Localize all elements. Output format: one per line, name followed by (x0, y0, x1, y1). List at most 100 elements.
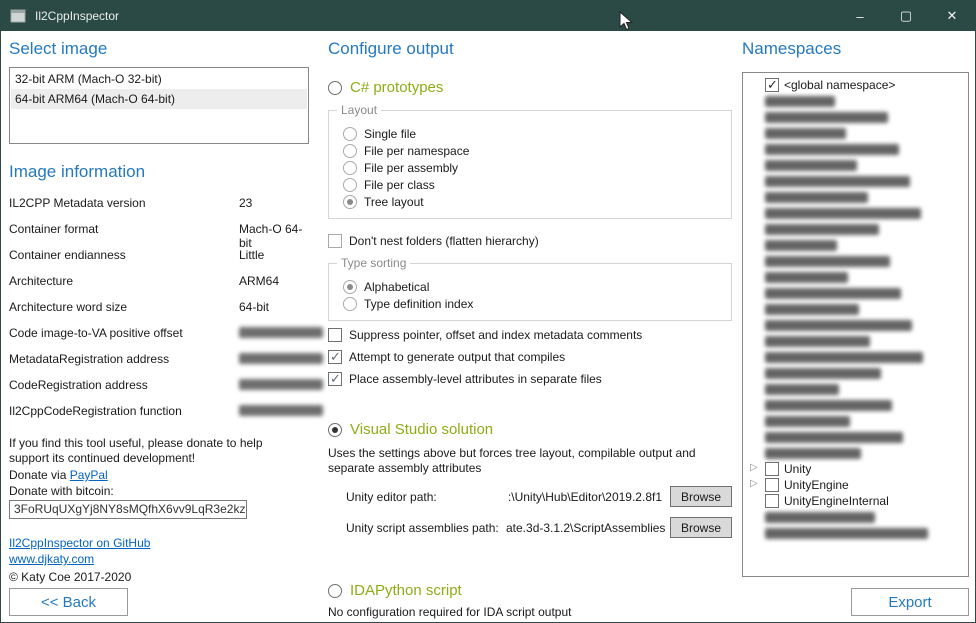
namespace-row-redacted[interactable] (747, 109, 966, 125)
namespace-row-redacted[interactable] (747, 525, 966, 541)
info-row: Il2CppCodeRegistration function (9, 404, 309, 430)
info-row: Container endiannessLittle (9, 248, 309, 274)
unity-script-assemblies-value[interactable]: ate.3d-3.1.2\ScriptAssemblies (506, 521, 670, 535)
configure-output-panel: Configure output C# prototypes Layout Si… (328, 39, 732, 616)
bitcoin-address-field[interactable]: 3FoRUqUXgYj8NY8sMQfhX6vv9LqR3e2kzz (9, 500, 247, 519)
github-link[interactable]: Il2CppInspector on GitHub (9, 536, 150, 550)
redacted-text (765, 240, 837, 251)
namespace-row-redacted[interactable] (747, 221, 966, 237)
image-listbox[interactable]: 32-bit ARM (Mach-O 32-bit) 64-bit ARM64 … (9, 67, 309, 144)
checkbox-icon[interactable] (765, 78, 779, 92)
namespace-row-redacted[interactable] (747, 93, 966, 109)
radio-tree-layout[interactable]: Tree layout (343, 193, 721, 210)
website-link[interactable]: www.djkaty.com (9, 552, 94, 566)
namespace-redacted-bottom (747, 509, 966, 541)
namespace-row-redacted[interactable] (747, 413, 966, 429)
checkbox-icon (328, 350, 342, 364)
redacted-text (765, 336, 870, 347)
unity-editor-path-value[interactable]: :\Unity\Hub\Editor\2019.2.8f1 (506, 490, 670, 504)
namespace-tree[interactable]: <global namespace> ▷ Unity ▷ UnityEngine… (742, 72, 969, 577)
info-row: Container formatMach-O 64-bit (9, 222, 309, 248)
redacted-text (765, 512, 875, 523)
checkbox-generate-compilable-output[interactable]: Attempt to generate output that compiles (328, 348, 732, 365)
namespace-row-redacted[interactable] (747, 333, 966, 349)
paypal-link[interactable]: PayPal (70, 468, 108, 482)
checkbox-icon[interactable] (765, 462, 779, 476)
browse-script-assemblies-button[interactable]: Browse (670, 517, 732, 538)
namespace-row-redacted[interactable] (747, 397, 966, 413)
redacted-text (765, 400, 892, 411)
radio-visual-studio-solution[interactable]: Visual Studio solution (328, 421, 732, 438)
radio-icon (343, 161, 357, 175)
browse-editor-path-button[interactable]: Browse (670, 486, 732, 507)
radio-file-per-namespace[interactable]: File per namespace (343, 142, 721, 159)
radio-icon (328, 584, 342, 598)
export-button[interactable]: Export (851, 588, 969, 616)
close-button[interactable]: ✕ (929, 1, 975, 31)
radio-icon (328, 81, 342, 95)
namespace-row-redacted[interactable] (747, 301, 966, 317)
namespace-redacted-top (747, 93, 966, 461)
unity-editor-path-label: Unity editor path: (346, 490, 506, 504)
namespace-row-unityengine[interactable]: ▷ UnityEngine (747, 477, 966, 493)
namespace-row-global[interactable]: <global namespace> (747, 77, 966, 93)
redacted-text (765, 352, 923, 363)
donate-via-prefix: Donate via (9, 468, 70, 482)
namespace-row-redacted[interactable] (747, 381, 966, 397)
redacted-value (239, 327, 323, 338)
namespace-row-redacted[interactable] (747, 349, 966, 365)
minimize-button[interactable]: – (837, 1, 883, 31)
list-item-image-64bit[interactable]: 64-bit ARM64 (Mach-O 64-bit) (11, 89, 307, 109)
app-window: Il2CppInspector – ▢ ✕ Select image 32-bi… (0, 0, 976, 623)
namespace-row-redacted[interactable] (747, 269, 966, 285)
ida-description: No configuration required for IDA script… (328, 605, 732, 619)
select-image-heading: Select image (9, 39, 309, 59)
namespace-row-redacted[interactable] (747, 253, 966, 269)
namespace-row-redacted[interactable] (747, 237, 966, 253)
radio-label: Type definition index (364, 297, 473, 311)
namespace-row-redacted[interactable] (747, 317, 966, 333)
redacted-text (765, 320, 912, 331)
namespace-row-redacted[interactable] (747, 445, 966, 461)
info-value: Little (239, 248, 309, 262)
radio-file-per-class[interactable]: File per class (343, 176, 721, 193)
radio-alphabetical[interactable]: Alphabetical (343, 278, 721, 295)
namespace-row-unityengineinternal[interactable]: UnityEngineInternal (747, 493, 966, 509)
maximize-button[interactable]: ▢ (883, 1, 929, 31)
redacted-text (765, 192, 868, 203)
redacted-text (765, 96, 835, 107)
redacted-text (765, 432, 903, 443)
checkbox-suppress-metadata-comments[interactable]: Suppress pointer, offset and index metad… (328, 326, 732, 343)
radio-type-definition-index[interactable]: Type definition index (343, 295, 721, 312)
checkbox-flatten-hierarchy[interactable]: Don't nest folders (flatten hierarchy) (328, 232, 732, 249)
back-button[interactable]: << Back (9, 588, 128, 616)
namespace-row-redacted[interactable] (747, 509, 966, 525)
namespace-row-unity[interactable]: ▷ Unity (747, 461, 966, 477)
bitcoin-label: Donate with bitcoin: (9, 484, 309, 498)
namespace-row-redacted[interactable] (747, 141, 966, 157)
radio-csharp-prototypes[interactable]: C# prototypes (328, 79, 732, 96)
namespace-row-redacted[interactable] (747, 125, 966, 141)
namespace-row-redacted[interactable] (747, 205, 966, 221)
checkbox-icon[interactable] (765, 494, 779, 508)
namespace-row-redacted[interactable] (747, 285, 966, 301)
radio-single-file[interactable]: Single file (343, 125, 721, 142)
radio-idapython-script[interactable]: IDAPython script (328, 582, 732, 599)
radio-file-per-assembly[interactable]: File per assembly (343, 159, 721, 176)
namespace-label: <global namespace> (784, 78, 895, 92)
expander-icon[interactable]: ▷ (750, 462, 758, 473)
namespace-row-redacted[interactable] (747, 365, 966, 381)
namespace-row-redacted[interactable] (747, 157, 966, 173)
checkbox-icon (328, 372, 342, 386)
redacted-text (765, 160, 857, 171)
info-row: CodeRegistration address (9, 378, 309, 404)
expander-icon[interactable]: ▷ (750, 478, 758, 489)
checkbox-icon[interactable] (765, 478, 779, 492)
info-key: CodeRegistration address (9, 378, 239, 392)
layout-group: Layout Single file File per namespace Fi… (328, 110, 732, 219)
namespace-row-redacted[interactable] (747, 173, 966, 189)
list-item-image-32bit[interactable]: 32-bit ARM (Mach-O 32-bit) (11, 69, 307, 89)
checkbox-separate-assembly-attributes[interactable]: Place assembly-level attributes in separ… (328, 370, 732, 387)
namespace-row-redacted[interactable] (747, 189, 966, 205)
namespace-row-redacted[interactable] (747, 429, 966, 445)
